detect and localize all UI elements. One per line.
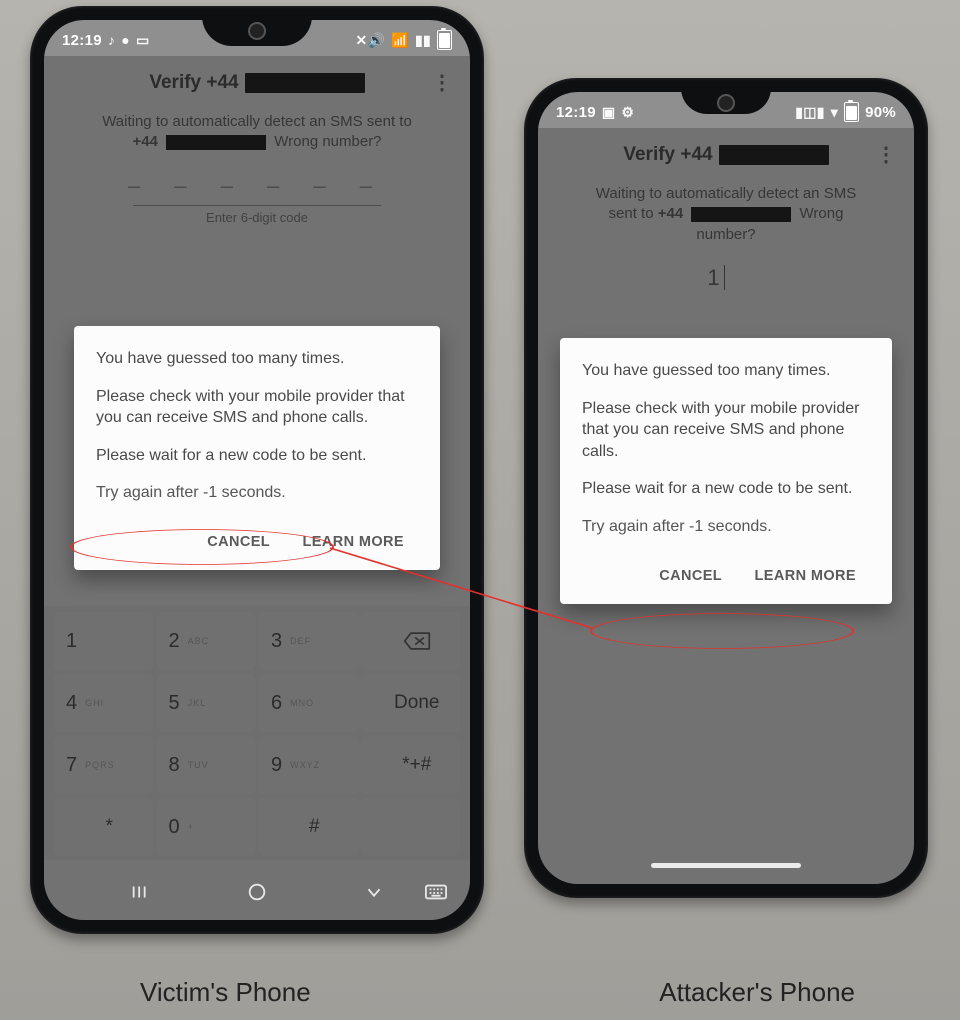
learn-more-button[interactable]: LEARN MORE [289, 524, 418, 560]
status-bar: 12:19 ♪ ● ▭ ✕🔊 📶 ▮▮ [44, 26, 470, 54]
nav-back[interactable] [354, 879, 394, 905]
dialog-line1: You have guessed too many times. [96, 348, 418, 370]
key-4[interactable]: 4GHI [54, 674, 153, 732]
status-time: 12:19 [62, 32, 102, 49]
nav-home[interactable] [237, 879, 277, 905]
key-blank [362, 798, 461, 856]
numeric-keypad: 1 2ABC 3DEF 4GHI 5JKL 6MNO Done 7PQRS 8T… [44, 606, 470, 860]
dialog-line3: Please wait for a new code to be sent. [96, 445, 418, 467]
cancel-button[interactable]: CANCEL [193, 524, 284, 560]
error-dialog: You have guessed too many times. Please … [74, 326, 440, 570]
caption-left: Victim's Phone [140, 977, 311, 1008]
dialog-line3: Please wait for a new code to be sent. [582, 478, 870, 500]
wifi-icon: ▾ [831, 104, 838, 121]
gear-icon: ⚙ [621, 104, 634, 121]
card-icon: ▭ [136, 32, 150, 49]
key-9[interactable]: 9WXYZ [259, 736, 358, 794]
key-5[interactable]: 5JKL [157, 674, 256, 732]
victim-phone: 12:19 ♪ ● ▭ ✕🔊 📶 ▮▮ Verify +44 ⋮ [30, 6, 484, 934]
status-bar: 12:19 ▣ ⚙ ▮◫▮ ▾ 90% [538, 98, 914, 126]
verify-app: Verify +44 ⋮ Waiting to automatically de… [538, 128, 914, 884]
dialog-line2: Please check with your mobile provider t… [582, 398, 870, 463]
error-dialog: You have guessed too many times. Please … [560, 338, 892, 604]
signal-icon: ▮▮ [415, 32, 431, 49]
status-time: 12:19 [556, 104, 596, 121]
learn-more-button[interactable]: LEARN MORE [741, 558, 870, 594]
nav-bar [44, 864, 470, 920]
mute-icon: ✕🔊 [355, 32, 385, 49]
figure-stage: 12:19 ♪ ● ▭ ✕🔊 📶 ▮▮ Verify +44 ⋮ [0, 0, 960, 1020]
battery-pct: 90% [865, 104, 896, 121]
gesture-bar[interactable] [651, 863, 801, 868]
key-3[interactable]: 3DEF [259, 612, 358, 670]
key-symbols[interactable]: *+# [362, 736, 461, 794]
key-6[interactable]: 6MNO [259, 674, 358, 732]
dot-icon: ● [121, 32, 130, 48]
dialog-line1: You have guessed too many times. [582, 360, 870, 382]
key-2[interactable]: 2ABC [157, 612, 256, 670]
image-icon: ▣ [602, 104, 616, 121]
nav-keyboard-icon[interactable] [416, 879, 456, 905]
key-7[interactable]: 7PQRS [54, 736, 153, 794]
vibrate-icon: ▮◫▮ [795, 104, 825, 121]
wifi-icon: 📶 [391, 32, 409, 49]
key-0[interactable]: 0+ [157, 798, 256, 856]
verify-app: Verify +44 ⋮ Waiting to automatically de… [44, 56, 470, 920]
attacker-phone: 12:19 ▣ ⚙ ▮◫▮ ▾ 90% Verify +44 ⋮ [524, 78, 928, 898]
cancel-button[interactable]: CANCEL [645, 558, 736, 594]
attacker-screen: 12:19 ▣ ⚙ ▮◫▮ ▾ 90% Verify +44 ⋮ [538, 92, 914, 884]
battery-icon [844, 102, 859, 122]
key-star[interactable]: * [54, 798, 153, 856]
key-1[interactable]: 1 [54, 612, 153, 670]
dialog-actions: CANCEL LEARN MORE [96, 520, 418, 560]
key-backspace[interactable] [362, 612, 461, 670]
battery-icon [437, 30, 452, 50]
victim-screen: 12:19 ♪ ● ▭ ✕🔊 📶 ▮▮ Verify +44 ⋮ [44, 20, 470, 920]
music-icon: ♪ [108, 32, 115, 48]
caption-right: Attacker's Phone [659, 977, 855, 1008]
dialog-line4: Try again after -1 seconds. [582, 516, 870, 538]
key-hash[interactable]: # [259, 798, 358, 856]
dialog-actions: CANCEL LEARN MORE [582, 554, 870, 594]
nav-recents[interactable] [121, 879, 161, 905]
dialog-line4: Try again after -1 seconds. [96, 482, 418, 504]
key-8[interactable]: 8TUV [157, 736, 256, 794]
key-done[interactable]: Done [362, 674, 461, 732]
dialog-line2: Please check with your mobile provider t… [96, 386, 418, 429]
